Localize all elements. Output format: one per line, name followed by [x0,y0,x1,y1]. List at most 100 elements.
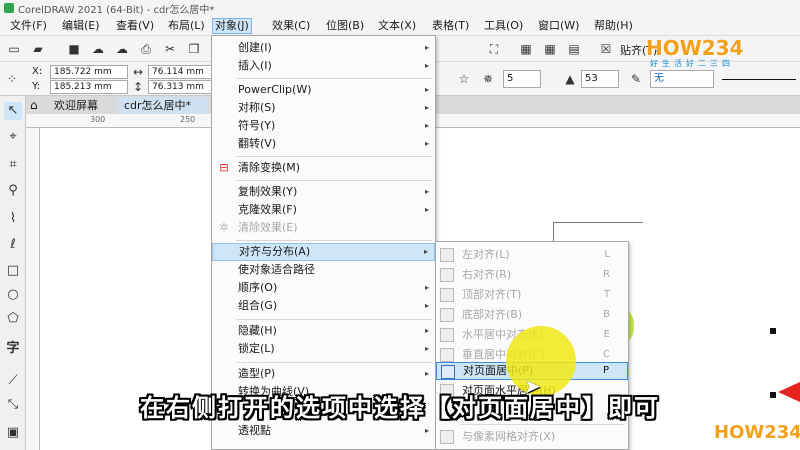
artistic-media-icon[interactable]: ℓ [4,236,22,254]
outline-pen-icon[interactable]: ✎ [628,71,644,87]
menu-item-symbol[interactable]: 符号(Y) ▸ [212,117,435,135]
menu-effects[interactable]: 效果(C) [270,18,312,34]
star-icon[interactable]: ☆ [456,71,472,87]
menu-item-clear-effect: ✲ 清除效果(E) [212,219,435,237]
print-icon[interactable]: ⎙ [138,41,154,57]
object-origin-icon[interactable]: ⁘ [4,71,20,87]
polygon-tool-icon[interactable]: ⬠ [4,310,22,328]
shadow-tool-icon[interactable]: ▣ [4,424,22,442]
menu-item-label: 克隆效果(F) [238,203,297,216]
menu-item-label: 使对象适合路径 [238,263,315,276]
complex-star-icon[interactable]: ✵ [480,71,496,87]
menu-item-copy-effect[interactable]: 复制效果(Y) ▸ [212,183,435,201]
menu-item-flip[interactable]: 翻转(V) ▸ [212,135,435,153]
menu-item-clear-transform[interactable]: ⊟ 清除变换(M) [212,159,435,177]
menu-edit[interactable]: 编辑(E) [60,18,102,34]
menu-object[interactable]: 对象(J) [212,18,252,34]
shortcut-key: T [603,289,610,300]
submenu-arrow-icon: ▸ [424,301,429,310]
x-position-field[interactable]: 185.722 mm [50,65,128,79]
submenu-arrow-icon: ▸ [424,426,429,435]
shortcut-key: R [603,269,610,280]
show-guides-icon[interactable]: ▤ [566,41,582,57]
menu-item-label: 清除变换(M) [238,161,301,174]
x-label: X: [32,66,43,77]
new-document-icon[interactable]: ▭ [6,41,22,57]
outline-width-select[interactable]: 无 [650,70,714,88]
show-rulers-icon[interactable]: ▦ [518,41,534,57]
menu-help[interactable]: 帮助(H) [592,18,635,34]
menu-item-perspective[interactable]: 透视點 ▸ [212,422,435,440]
menu-tools[interactable]: 工具(O) [482,18,525,34]
menu-item-create[interactable]: 创建(I) ▸ [212,39,435,57]
menu-item-clone-effect[interactable]: 克隆效果(F) ▸ [212,201,435,219]
menu-bar: 文件(F) 编辑(E) 查看(V) 布局(L) 对象(J) 效果(C) 位图(B… [0,16,800,36]
shape-tool-icon[interactable]: ⌖ [4,128,22,146]
align-bottom-icon [440,308,454,322]
menu-item-label: 组合(G) [238,299,278,312]
submenu-arrow-icon: ▸ [424,85,429,94]
menu-separator [236,362,432,363]
crop-tool-icon[interactable]: ⌗ [4,156,22,174]
star-points-field[interactable]: 5 [503,70,541,88]
menu-bitmaps[interactable]: 位图(B) [324,18,366,34]
menu-item-group[interactable]: 组合(G) ▸ [212,297,435,315]
copy-icon[interactable]: ❐ [186,41,202,57]
rectangle-tool-icon[interactable]: □ [4,262,22,280]
ruler-tick-300: 300 [90,115,106,124]
submenu-arrow-icon: ▸ [424,344,429,353]
menu-item-order[interactable]: 顺序(O) ▸ [212,279,435,297]
page-border-top [553,222,643,223]
text-tool-icon[interactable]: 字 [4,340,22,358]
menu-item-powerclip[interactable]: PowerClip(W) ▸ [212,81,435,99]
star-sharpness-field[interactable]: 53 [581,70,619,88]
y-position-field[interactable]: 185.213 mm [50,80,128,94]
line-style-preview[interactable] [722,79,796,80]
menu-item-symmetry[interactable]: 对称(S) ▸ [212,99,435,117]
tab-welcome-screen[interactable]: 欢迎屏幕 [48,97,104,114]
cloud-upload-icon[interactable]: ☁ [114,41,130,57]
submenu-item-label: 底部对齐(B) [462,308,523,321]
submenu-arrow-icon: ▸ [424,283,429,292]
submenu-item-label: 顶部对齐(T) [462,288,522,301]
y-label: Y: [32,81,41,92]
submenu-arrow-icon: ▸ [424,103,429,112]
zoom-tool-icon[interactable]: ⚲ [4,182,22,200]
menu-item-label: 对称(S) [238,101,276,114]
menu-item-align-distribute[interactable]: 对齐与分布(A) ▸ [212,243,435,261]
menu-table[interactable]: 表格(T) [430,18,471,34]
fullscreen-icon[interactable]: ⛶ [486,41,502,57]
home-icon[interactable]: ⌂ [30,97,46,113]
menu-item-hide[interactable]: 隐藏(H) ▸ [212,322,435,340]
ellipse-tool-icon[interactable]: ○ [4,286,22,304]
menu-item-label: 插入(I) [238,59,272,72]
menu-layout[interactable]: 布局(L) [166,18,207,34]
clear-effect-icon: ✲ [219,221,229,234]
open-folder-icon[interactable]: ▰ [30,41,46,57]
menu-item-label: 对齐与分布(A) [239,245,311,258]
menu-item-shaping[interactable]: 造型(P) ▸ [212,365,435,383]
menu-file[interactable]: 文件(F) [8,18,49,34]
pick-tool-icon[interactable]: ↖ [4,102,22,120]
submenu-arrow-icon: ▸ [424,61,429,70]
freehand-tool-icon[interactable]: ⌇ [4,210,22,228]
submenu-item-label: 左对齐(L) [462,248,510,261]
submenu-arrow-icon: ▸ [424,139,429,148]
shortcut-key: P [602,365,609,376]
save-icon[interactable]: ■ [66,41,82,57]
submenu-arrow-icon: ▸ [424,121,429,130]
selection-handle[interactable] [770,328,776,334]
menu-view[interactable]: 查看(V) [114,18,156,34]
menu-item-insert[interactable]: 插入(I) ▸ [212,57,435,75]
submenu-arrow-icon: ▸ [424,187,429,196]
tab-document[interactable]: cdr怎么居中* [118,97,208,114]
menu-item-lock[interactable]: 锁定(L) ▸ [212,340,435,358]
cut-icon[interactable]: ✂ [162,41,178,57]
menu-text[interactable]: 文本(X) [376,18,418,34]
snap-off-icon[interactable]: ☒ [598,41,614,57]
menu-item-fit-to-path[interactable]: 使对象适合路径 [212,261,435,279]
cloud-download-icon[interactable]: ☁ [90,41,106,57]
title-bar: CorelDRAW 2021 (64-Bit) - cdr怎么居中* [0,0,800,16]
menu-window[interactable]: 窗口(W) [536,18,581,34]
show-grid-icon[interactable]: ▦ [542,41,558,57]
